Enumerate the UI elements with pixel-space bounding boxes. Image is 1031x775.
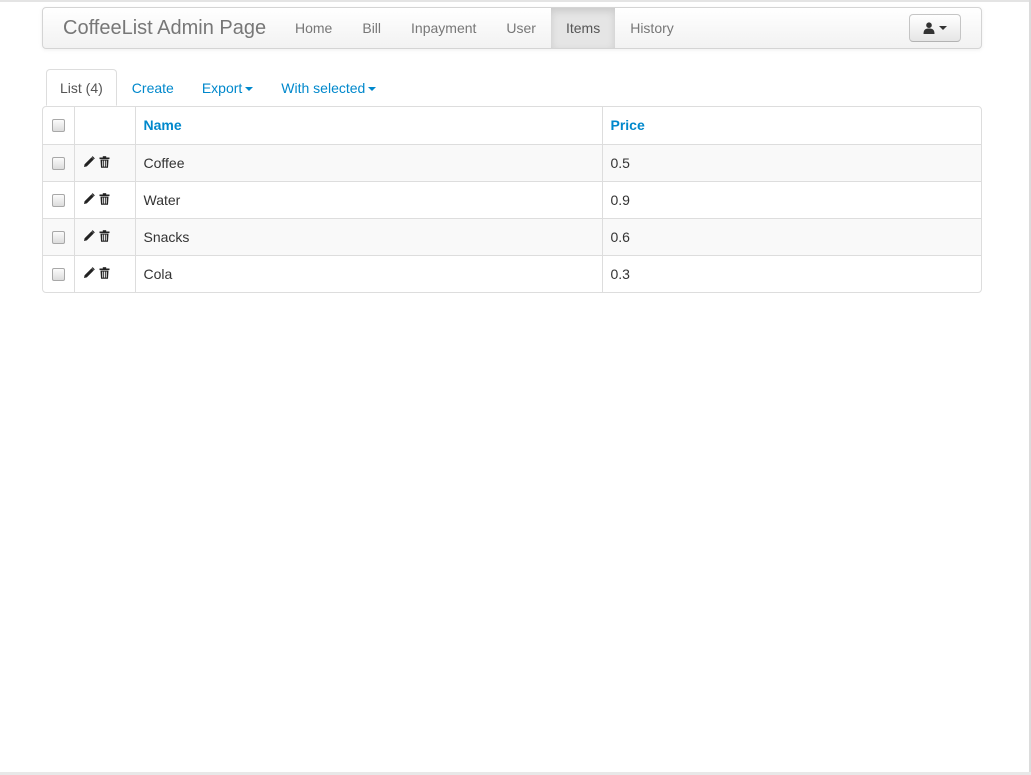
cell-price: 0.9: [601, 180, 981, 218]
column-header-name[interactable]: Name: [134, 107, 602, 144]
nav-item-history[interactable]: History: [615, 8, 689, 48]
row-actions-cell: [73, 217, 135, 255]
row-check-cell: [43, 217, 74, 255]
row-checkbox[interactable]: [51, 267, 65, 281]
window-top-edge: [0, 0, 1031, 2]
header-check-cell: [43, 107, 74, 144]
cell-name: Water: [134, 180, 602, 218]
nav-item-bill[interactable]: Bill: [347, 8, 396, 48]
table-row: Cola 0.3: [43, 254, 981, 292]
nav-menu: Home Bill Inpayment User Items History: [280, 8, 689, 48]
tab-with-selected[interactable]: With selected: [268, 69, 389, 106]
pencil-icon[interactable]: [83, 266, 95, 282]
nav-item-home[interactable]: Home: [280, 8, 347, 48]
items-table: Name Price Coffee 0.5 Water 0.9 Snacks 0.6 Col…: [42, 106, 982, 293]
table-row: Coffee 0.5: [43, 143, 981, 181]
pencil-icon[interactable]: [83, 192, 95, 208]
chevron-down-icon: [368, 87, 377, 92]
nav-item-items[interactable]: Items: [550, 8, 616, 48]
tab-list[interactable]: List (4): [46, 69, 117, 106]
table-header-row: Name Price: [43, 107, 981, 144]
brand-title[interactable]: CoffeeList Admin Page: [63, 17, 266, 40]
tab-with-selected-label: With selected: [281, 80, 366, 96]
row-actions-cell: [73, 254, 135, 292]
nav-item-user[interactable]: User: [491, 8, 551, 48]
row-actions-cell: [73, 180, 135, 218]
trash-icon[interactable]: [99, 266, 110, 282]
cell-name: Snacks: [134, 217, 602, 255]
header-actions-cell: [73, 107, 135, 144]
cell-price: 0.5: [601, 143, 981, 181]
table-row: Water 0.9: [43, 180, 981, 218]
row-check-cell: [43, 254, 74, 292]
row-actions-cell: [73, 143, 135, 181]
tab-create[interactable]: Create: [119, 69, 187, 106]
user-icon: [923, 22, 935, 34]
navbar: CoffeeList Admin Page Home Bill Inpaymen…: [42, 7, 982, 49]
tab-export[interactable]: Export: [189, 69, 266, 106]
tab-export-label: Export: [201, 80, 243, 96]
cell-price: 0.6: [601, 217, 981, 255]
chevron-down-icon: [245, 87, 254, 92]
column-header-price[interactable]: Price: [601, 107, 981, 144]
select-all-checkbox[interactable]: [51, 119, 65, 133]
trash-icon[interactable]: [99, 229, 110, 245]
chevron-down-icon: [939, 26, 947, 30]
row-check-cell: [43, 143, 74, 181]
table-row: Snacks 0.6: [43, 217, 981, 255]
row-checkbox[interactable]: [51, 230, 65, 244]
pencil-icon[interactable]: [83, 229, 95, 245]
cell-name: Cola: [134, 254, 602, 292]
row-checkbox[interactable]: [51, 156, 65, 170]
trash-icon[interactable]: [99, 155, 110, 171]
action-tabs: List (4) Create Export With selected: [46, 69, 391, 106]
cell-name: Coffee: [134, 143, 602, 181]
nav-item-inpayment[interactable]: Inpayment: [396, 8, 491, 48]
pencil-icon[interactable]: [83, 155, 95, 171]
cell-price: 0.3: [601, 254, 981, 292]
row-checkbox[interactable]: [51, 193, 65, 207]
row-check-cell: [43, 180, 74, 218]
trash-icon[interactable]: [99, 192, 110, 208]
user-menu-button[interactable]: [909, 14, 961, 42]
